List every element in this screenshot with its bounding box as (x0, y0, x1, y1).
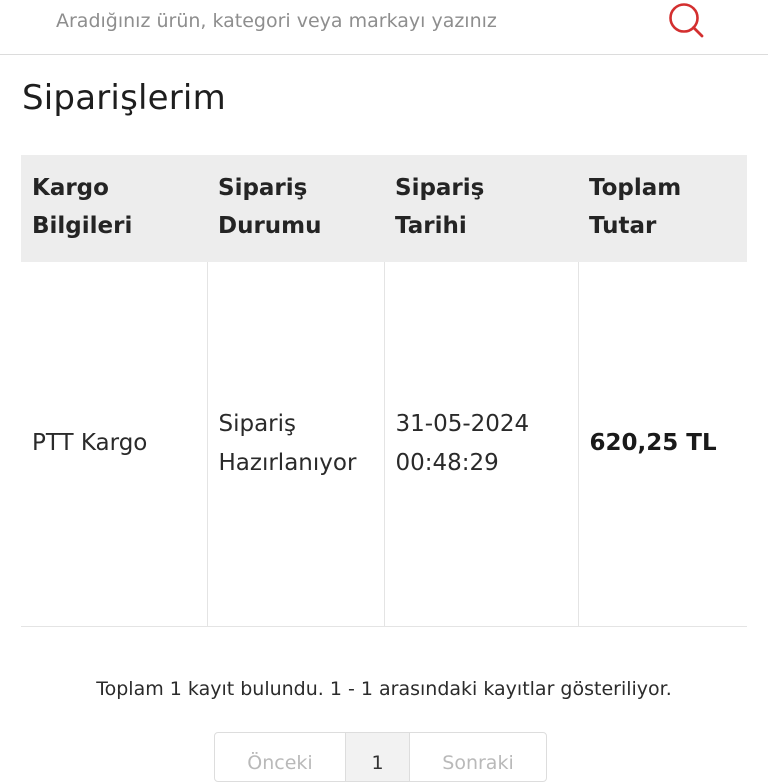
records-summary: Toplam 1 kayıt bulundu. 1 - 1 arasındaki… (96, 678, 672, 700)
column-header-total-line1: Toplam (589, 175, 682, 201)
order-total: 620,25 TL (589, 430, 717, 457)
status-cell: Sipariş Hazırlanıyor (206, 262, 384, 627)
cargo-cell: PTT Kargo (21, 262, 207, 627)
column-header-cargo-line1: Kargo (32, 175, 109, 201)
table-row[interactable]: PTT Kargo Sipariş Hazırlanıyor 31-05-202… (21, 262, 747, 627)
column-header-status-line2: Durumu (218, 213, 322, 239)
orders-table: Kargo Bilgileri Sipariş Durumu Sipariş T… (21, 155, 747, 627)
status-line1: Sipariş (218, 410, 297, 437)
column-header-status-line1: Sipariş (218, 175, 308, 201)
column-header-status: Sipariş Durumu (207, 155, 384, 262)
column-header-date: Sipariş Tarihi (384, 155, 578, 262)
page-title: Siparişlerim (22, 78, 226, 118)
column-header-total-line2: Tutar (589, 213, 657, 239)
column-header-date-line1: Sipariş (395, 175, 485, 201)
page-number-button[interactable]: 1 (346, 733, 410, 781)
order-time: 00:48:29 (395, 449, 499, 476)
pagination: Önceki 1 Sonraki (214, 732, 547, 782)
order-date: 31-05-2024 (395, 410, 530, 437)
total-cell: 620,25 TL (577, 262, 747, 627)
search-bar (0, 0, 768, 55)
status-line2: Hazırlanıyor (218, 449, 357, 476)
column-header-cargo-line2: Bilgileri (32, 213, 133, 239)
column-header-date-line2: Tarihi (395, 213, 467, 239)
previous-page-button[interactable]: Önceki (215, 733, 346, 781)
next-page-button[interactable]: Sonraki (410, 733, 546, 781)
column-header-total: Toplam Tutar (578, 155, 747, 262)
column-header-cargo: Kargo Bilgileri (21, 155, 207, 262)
cargo-name: PTT Kargo (32, 430, 148, 457)
table-header-row: Kargo Bilgileri Sipariş Durumu Sipariş T… (21, 155, 747, 262)
date-cell: 31-05-2024 00:48:29 (383, 262, 578, 627)
search-input[interactable] (40, 2, 640, 40)
search-button[interactable] (664, 0, 708, 40)
search-icon (669, 3, 704, 38)
